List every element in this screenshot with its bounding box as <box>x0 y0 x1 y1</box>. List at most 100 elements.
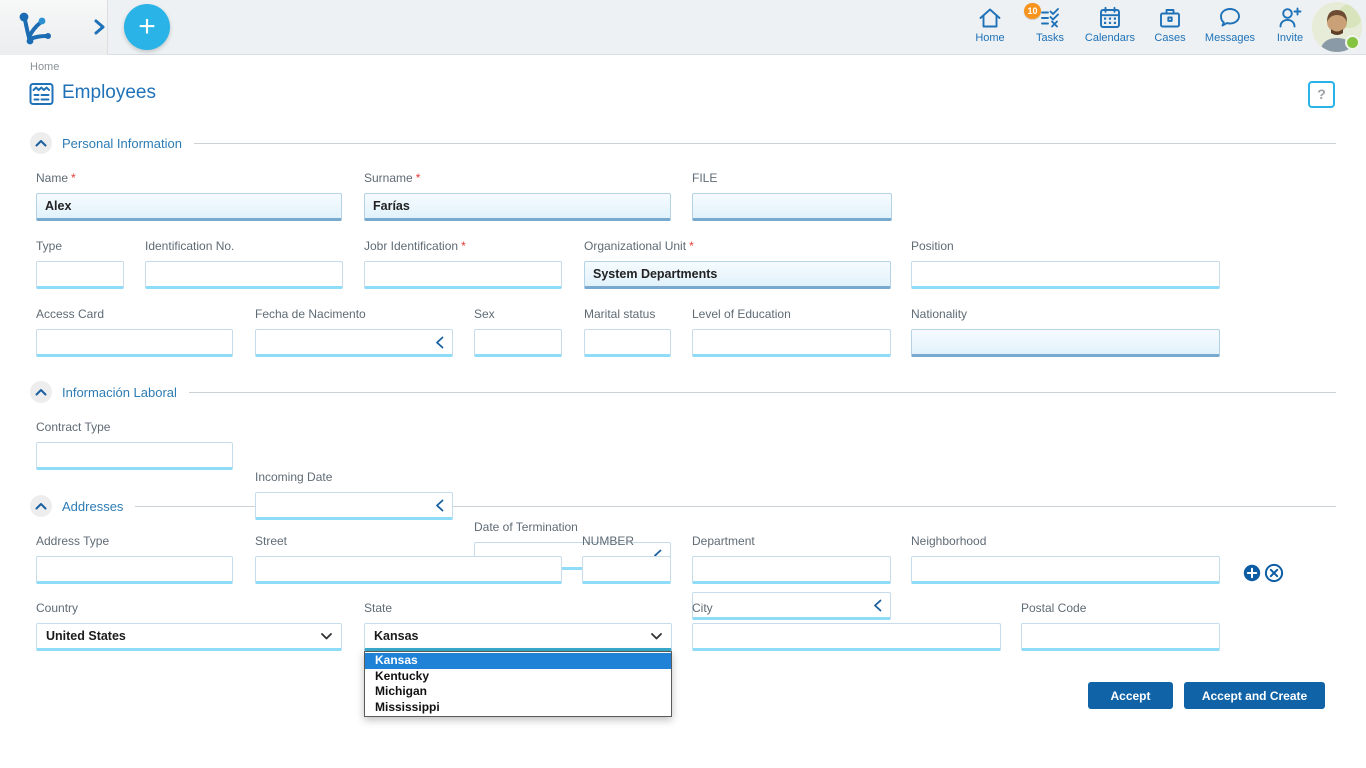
briefcase-icon <box>1157 5 1183 31</box>
position-input[interactable] <box>911 261 1220 289</box>
top-navigation: Home 10 Tasks <box>960 0 1320 55</box>
access-card-input[interactable] <box>36 329 233 357</box>
state-option-kansas[interactable]: Kansas <box>365 653 671 669</box>
name-input[interactable] <box>36 193 342 221</box>
type-input[interactable] <box>36 261 124 289</box>
state-value: Kansas <box>374 629 418 643</box>
field-street: Street <box>255 534 562 584</box>
nav-cases[interactable]: Cases <box>1140 0 1200 55</box>
top-bar: + Home 10 <box>0 0 1366 55</box>
state-dropdown-list: Kansas Kentucky Michigan Mississippi <box>364 651 672 717</box>
section-divider <box>194 143 1336 144</box>
collapse-personal-button[interactable] <box>30 132 52 154</box>
address-type-input[interactable] <box>36 556 233 584</box>
field-sex: Sex <box>474 307 562 357</box>
file-input[interactable] <box>692 193 892 221</box>
state-select[interactable]: Kansas <box>364 623 672 651</box>
section-divider <box>189 392 1336 393</box>
field-department: Department <box>692 534 891 584</box>
position-label: Position <box>911 239 954 253</box>
required-marker: * <box>416 171 421 185</box>
state-option-kentucky[interactable]: Kentucky <box>365 669 671 685</box>
job-identification-label: Jobr Identification <box>364 239 458 253</box>
nav-messages[interactable]: Messages <box>1200 0 1260 55</box>
organizational-unit-input[interactable] <box>584 261 891 289</box>
field-marital-status: Marital status <box>584 307 671 357</box>
field-position: Position <box>911 239 1220 289</box>
field-postal-code: Postal Code <box>1021 601 1220 651</box>
breadcrumb[interactable]: Home <box>30 61 59 73</box>
state-label: State <box>364 601 392 615</box>
neighborhood-input[interactable] <box>911 556 1220 584</box>
contract-type-input[interactable] <box>36 442 233 470</box>
field-job-identification: Jobr Identification* <box>364 239 562 289</box>
date-of-termination-label: Date of Termination <box>474 520 578 534</box>
field-identification-no: Identification No. <box>145 239 343 289</box>
country-label: Country <box>36 601 78 615</box>
postal-code-input[interactable] <box>1021 623 1220 651</box>
surname-input[interactable] <box>364 193 671 221</box>
brand-logo-icon <box>14 7 56 49</box>
nav-invite-label: Invite <box>1277 32 1303 44</box>
field-incoming-date: Incoming Date <box>255 470 453 520</box>
add-record-button[interactable]: + <box>124 4 170 50</box>
section-title: Personal Information <box>62 136 182 151</box>
field-type: Type <box>36 239 124 289</box>
city-input[interactable] <box>692 623 1001 651</box>
page-title: Employees <box>62 82 156 104</box>
sex-input[interactable] <box>474 329 562 357</box>
chevron-down-icon <box>321 633 332 640</box>
state-option-michigan[interactable]: Michigan <box>365 684 671 700</box>
collapse-labor-button[interactable] <box>30 381 52 403</box>
sex-label: Sex <box>474 307 495 321</box>
section-title: Información Laboral <box>62 385 177 400</box>
department-label: Department <box>692 534 755 548</box>
address-type-label: Address Type <box>36 534 109 548</box>
nationality-input[interactable] <box>911 329 1220 357</box>
department-input[interactable] <box>692 556 891 584</box>
birth-date-input[interactable] <box>255 329 453 357</box>
app-logo[interactable] <box>0 0 108 55</box>
collapse-addresses-button[interactable] <box>30 495 52 517</box>
sidebar-expand-icon[interactable] <box>92 17 106 37</box>
nav-tasks[interactable]: 10 Tasks <box>1020 0 1080 55</box>
state-option-mississippi[interactable]: Mississippi <box>365 700 671 716</box>
marital-status-label: Marital status <box>584 307 655 321</box>
organizational-unit-label: Organizational Unit <box>584 239 686 253</box>
field-country: Country United States <box>36 601 342 651</box>
nav-messages-label: Messages <box>1205 32 1255 44</box>
nav-invite[interactable]: Invite <box>1260 0 1320 55</box>
level-of-education-input[interactable] <box>692 329 891 357</box>
nav-cases-label: Cases <box>1154 32 1185 44</box>
invite-user-icon <box>1277 5 1303 31</box>
field-birth-date: Fecha de Nacimento <box>255 307 453 357</box>
add-address-button[interactable] <box>1243 564 1261 582</box>
incoming-date-input[interactable] <box>255 492 453 520</box>
accept-and-create-button[interactable]: Accept and Create <box>1184 682 1325 709</box>
city-label: City <box>692 601 713 615</box>
country-select[interactable]: United States <box>36 623 342 651</box>
help-button[interactable]: ? <box>1308 81 1335 108</box>
nationality-label: Nationality <box>911 307 967 321</box>
nav-calendars-label: Calendars <box>1085 32 1135 44</box>
field-contract-type: Contract Type <box>36 420 233 470</box>
accept-button[interactable]: Accept <box>1088 682 1173 709</box>
nav-home[interactable]: Home <box>960 0 1020 55</box>
nav-calendars[interactable]: Calendars <box>1080 0 1140 55</box>
calendar-icon <box>1097 5 1123 31</box>
name-label: Name <box>36 171 68 185</box>
identification-no-input[interactable] <box>145 261 343 289</box>
marital-status-input[interactable] <box>584 329 671 357</box>
online-status-indicator <box>1345 35 1360 50</box>
remove-address-button[interactable] <box>1264 563 1284 583</box>
contract-type-label: Contract Type <box>36 420 110 434</box>
number-input[interactable] <box>582 556 671 584</box>
chevron-down-icon <box>651 633 662 640</box>
access-card-label: Access Card <box>36 307 104 321</box>
street-input[interactable] <box>255 556 562 584</box>
field-city: City <box>692 601 1001 651</box>
type-label: Type <box>36 239 62 253</box>
job-identification-input[interactable] <box>364 261 562 289</box>
field-neighborhood: Neighborhood <box>911 534 1220 584</box>
country-value: United States <box>46 629 126 643</box>
